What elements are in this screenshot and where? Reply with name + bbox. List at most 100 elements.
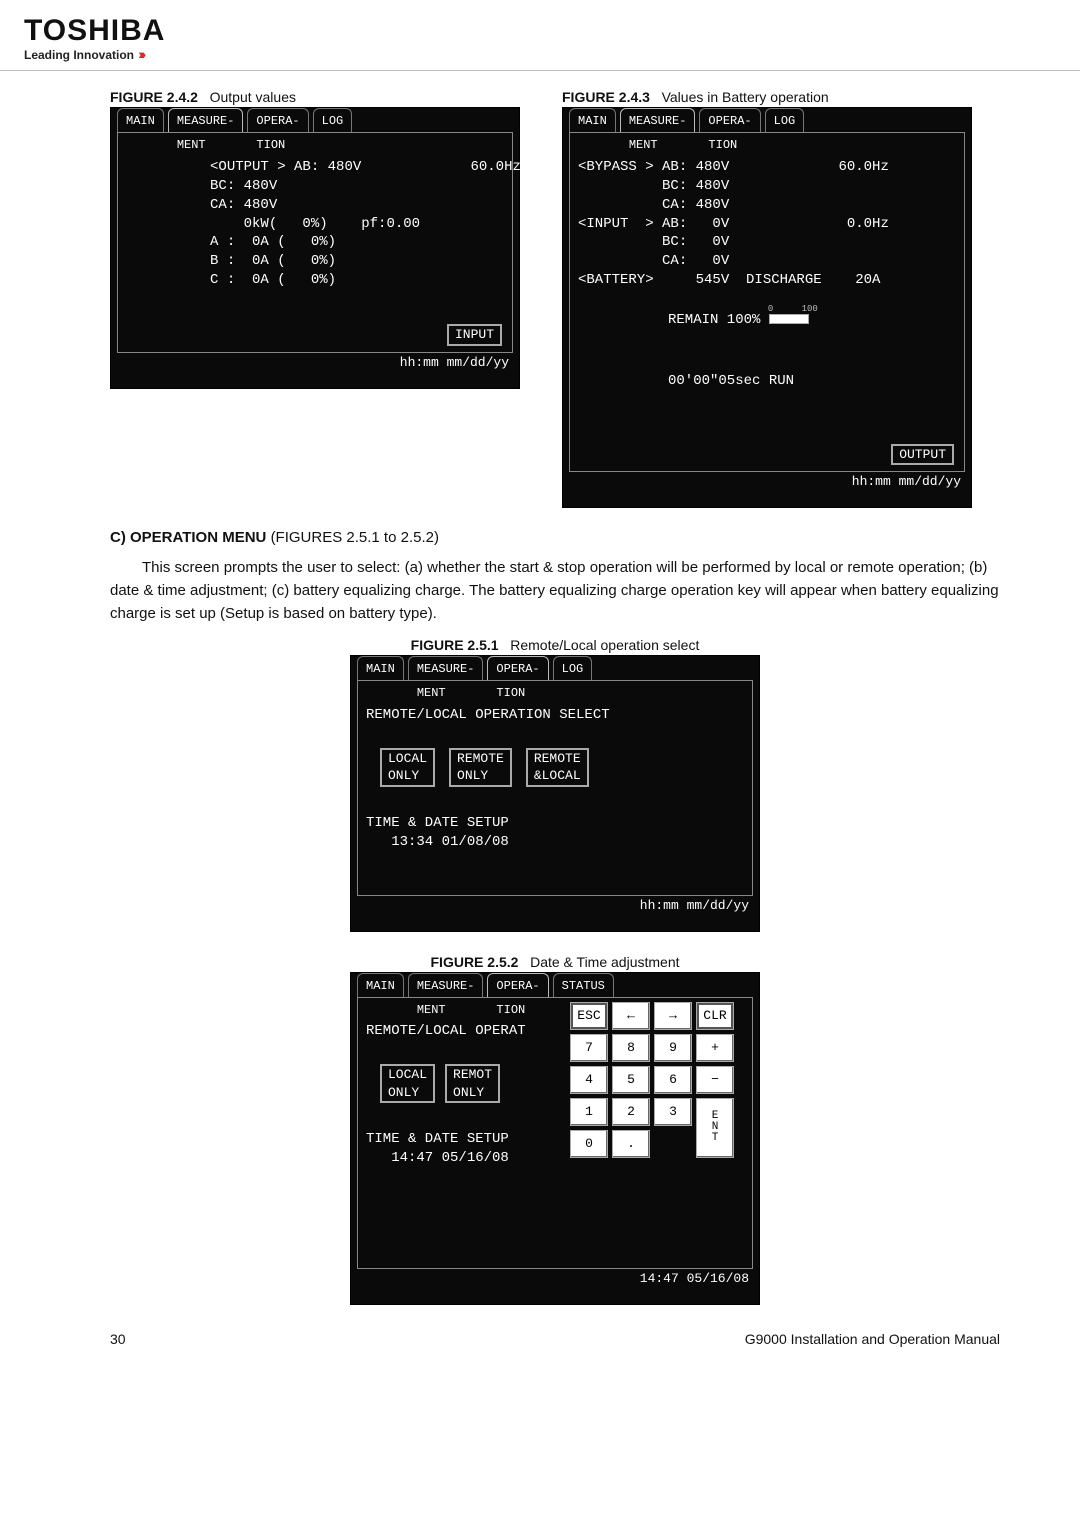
- lcd-foot-251: hh:mm mm/dd/yy: [351, 896, 759, 913]
- page-number: 30: [110, 1331, 126, 1347]
- brand-tagline: Leading Innovation ›››: [24, 46, 1080, 62]
- key-esc[interactable]: ESC: [570, 1002, 608, 1030]
- tab-main[interactable]: MAIN: [357, 973, 404, 997]
- caption-251: FIGURE 2.5.1 Remote/Local operation sele…: [411, 637, 700, 653]
- figure-row-24: FIGURE 2.4.2 Output values MAIN MEASURE-…: [110, 89, 1000, 508]
- caption-252-bold: FIGURE 2.5.2: [431, 954, 519, 970]
- bypass-l2: BC: 480V: [578, 178, 729, 194]
- key-0[interactable]: 0: [570, 1130, 608, 1158]
- tab-operation[interactable]: OPERA- TION: [699, 108, 760, 132]
- remote-local-title: REMOTE/LOCAL OPERATION SELECT: [366, 707, 610, 723]
- caption-251-rest: Remote/Local operation select: [510, 637, 699, 653]
- brand-tagline-text: Leading Innovation: [24, 48, 134, 62]
- figure-2-5-2: FIGURE 2.5.2 Date & Time adjustment MAIN…: [350, 954, 760, 1305]
- remote-only-button[interactable]: REMOTE ONLY: [449, 748, 512, 787]
- key-5[interactable]: 5: [612, 1066, 650, 1094]
- caption-242-rest: Output values: [210, 89, 296, 105]
- key-ent[interactable]: E N T: [696, 1098, 734, 1158]
- section-c: C) OPERATION MENU (FIGURES 2.5.1 to 2.5.…: [110, 526, 1000, 625]
- caption-252-rest: Date & Time adjustment: [530, 954, 679, 970]
- battery-line: <BATTERY> 545V DISCHARGE 20A: [578, 272, 880, 288]
- elapsed-row: 00'00"05sec RUN: [578, 368, 956, 391]
- key-left[interactable]: ←: [612, 1002, 650, 1030]
- tab-measurement[interactable]: MEASURE- MENT: [408, 656, 484, 680]
- time-date-setup-label-252: TIME & DATE SETUP: [366, 1131, 509, 1147]
- input-l2: BC: 0V: [578, 234, 729, 250]
- tab-log[interactable]: LOG: [553, 656, 593, 680]
- remote-and-local-button[interactable]: REMOTE &LOCAL: [526, 748, 589, 787]
- key-dot[interactable]: .: [612, 1130, 650, 1158]
- tab-operation[interactable]: OPERA- TION: [487, 656, 548, 680]
- lcd-foot-243: hh:mm mm/dd/yy: [563, 472, 971, 489]
- figure-2-4-3: FIGURE 2.4.3 Values in Battery operation…: [562, 89, 972, 508]
- local-only-button[interactable]: LOCAL ONLY: [380, 1064, 435, 1103]
- key-1[interactable]: 1: [570, 1098, 608, 1126]
- key-clr[interactable]: CLR: [696, 1002, 734, 1030]
- caption-251-bold: FIGURE 2.5.1: [411, 637, 499, 653]
- tab-measurement[interactable]: MEASURE- MENT: [168, 108, 244, 132]
- input-button[interactable]: INPUT: [447, 324, 502, 346]
- lcd-252: MAIN MEASURE- MENT OPERA- TION STATUS RE…: [350, 972, 760, 1305]
- output-button[interactable]: OUTPUT: [891, 444, 954, 466]
- caption-242-bold: FIGURE 2.4.2: [110, 89, 198, 105]
- tab-main[interactable]: MAIN: [117, 108, 164, 132]
- key-8[interactable]: 8: [612, 1034, 650, 1062]
- lcd-body-242: <OUTPUT > AB: 480V 60.0Hz BC: 480V CA: 4…: [117, 132, 513, 353]
- tabs-242: MAIN MEASURE- MENT OPERA- TION LOG: [111, 108, 519, 132]
- lcd-body-252: REMOTE/LOCAL OPERAT LOCAL ONLY REMOT ONL…: [357, 997, 753, 1269]
- key-4[interactable]: 4: [570, 1066, 608, 1094]
- time-date-value-252: 14:47 05/16/08: [366, 1150, 509, 1166]
- bypass-l1: <BYPASS > AB: 480V 60.0Hz: [578, 159, 889, 175]
- tab-operation[interactable]: OPERA- TION: [487, 973, 548, 997]
- key-right[interactable]: →: [654, 1002, 692, 1030]
- bypass-l3: CA: 480V: [578, 197, 729, 213]
- gauge-fill: [770, 315, 808, 323]
- figure-2-5-1-wrap: FIGURE 2.5.1 Remote/Local operation sele…: [110, 637, 1000, 931]
- figure-2-4-2: FIGURE 2.4.2 Output values MAIN MEASURE-…: [110, 89, 520, 508]
- caption-252: FIGURE 2.5.2 Date & Time adjustment: [431, 954, 680, 970]
- figure-2-5-1: FIGURE 2.5.1 Remote/Local operation sele…: [350, 637, 760, 931]
- figure-2-5-2-wrap: FIGURE 2.5.2 Date & Time adjustment MAIN…: [110, 954, 1000, 1305]
- tab-operation[interactable]: OPERA- TION: [247, 108, 308, 132]
- caption-243: FIGURE 2.4.3 Values in Battery operation: [562, 89, 829, 105]
- lcd-foot-242: hh:mm mm/dd/yy: [111, 353, 519, 370]
- local-only-button[interactable]: LOCAL ONLY: [380, 748, 435, 787]
- time-date-setup-label: TIME & DATE SETUP: [366, 815, 509, 831]
- remote-local-buttons: LOCAL ONLY REMOTE ONLY REMOTE &LOCAL: [366, 744, 744, 795]
- time-date-value: 13:34 01/08/08: [366, 834, 509, 850]
- lcd-body-251: REMOTE/LOCAL OPERATION SELECT LOCAL ONLY…: [357, 680, 753, 895]
- input-l1: <INPUT > AB: 0V 0.0Hz: [578, 216, 889, 232]
- brand-header: TOSHIBA Leading Innovation ›››: [0, 0, 1080, 71]
- lcd-243: MAIN MEASURE- MENT OPERA- TION LOG <BYPA…: [562, 107, 972, 508]
- tab-measurement[interactable]: MEASURE- MENT: [408, 973, 484, 997]
- tab-main[interactable]: MAIN: [357, 656, 404, 680]
- remain-row: REMAIN 100% 0 100: [578, 309, 956, 330]
- tab-log[interactable]: LOG: [313, 108, 353, 132]
- tabs-252: MAIN MEASURE- MENT OPERA- TION STATUS: [351, 973, 759, 997]
- caption-242: FIGURE 2.4.2 Output values: [110, 89, 296, 105]
- key-minus[interactable]: −: [696, 1066, 734, 1094]
- remote-only-button[interactable]: REMOT ONLY: [445, 1064, 500, 1103]
- page-footer: 30 G9000 Installation and Operation Manu…: [0, 1331, 1080, 1347]
- tabs-243: MAIN MEASURE- MENT OPERA- TION LOG: [563, 108, 971, 132]
- key-plus[interactable]: +: [696, 1034, 734, 1062]
- lcd-foot-252: 14:47 05/16/08: [351, 1269, 759, 1286]
- elapsed-text: 00'00"05sec RUN: [668, 373, 794, 389]
- key-3[interactable]: 3: [654, 1098, 692, 1126]
- key-9[interactable]: 9: [654, 1034, 692, 1062]
- input-l3: CA: 0V: [578, 253, 729, 269]
- key-6[interactable]: 6: [654, 1066, 692, 1094]
- key-2[interactable]: 2: [612, 1098, 650, 1126]
- tab-main[interactable]: MAIN: [569, 108, 616, 132]
- chevrons-icon: ›››: [137, 46, 143, 62]
- remain-gauge: 0 100: [769, 314, 809, 324]
- tab-measurement[interactable]: MEASURE- MENT: [620, 108, 696, 132]
- lcd-251: MAIN MEASURE- MENT OPERA- TION LOG REMOT…: [350, 655, 760, 931]
- key-7[interactable]: 7: [570, 1034, 608, 1062]
- tab-status[interactable]: STATUS: [553, 973, 614, 997]
- tab-log[interactable]: LOG: [765, 108, 805, 132]
- page-body: FIGURE 2.4.2 Output values MAIN MEASURE-…: [0, 71, 1080, 1365]
- gauge-tick-100: 100: [802, 303, 818, 315]
- doc-title: G9000 Installation and Operation Manual: [745, 1331, 1000, 1347]
- remain-label: REMAIN 100%: [668, 312, 760, 328]
